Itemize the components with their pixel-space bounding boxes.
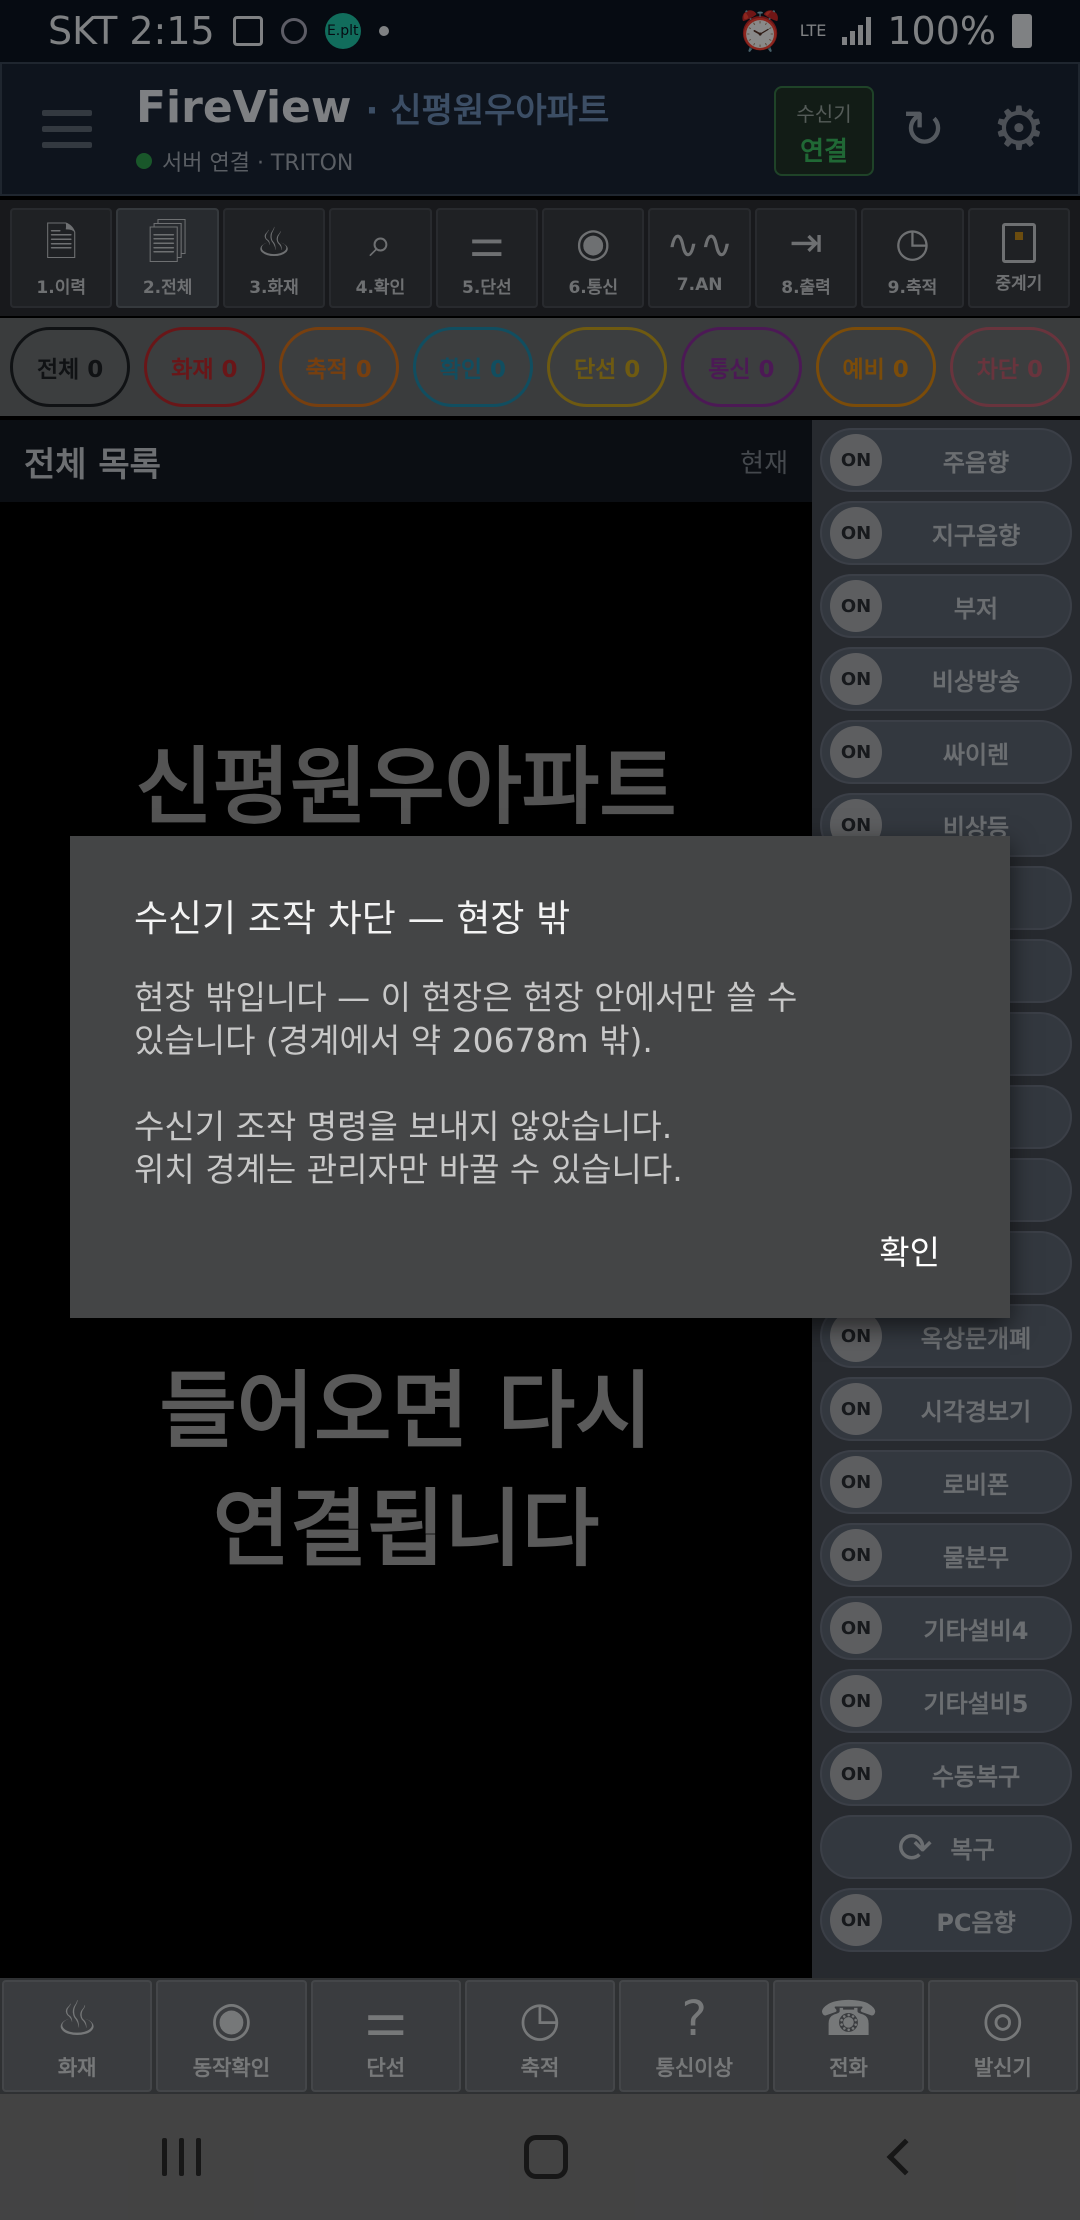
dialog-title: 수신기 조작 차단 — 현장 밖 [134,897,571,940]
dialog-ok-button[interactable]: 확인 [879,1226,940,1274]
dialog-line: 있습니다 (경계에서 약 20678m 밖). [134,1021,653,1060]
dialog-body: 현장 밖입니다 — 이 현장은 현장 안에서만 쓸 수있습니다 (경계에서 약 … [134,976,946,1191]
dialog-line: 현장 밖입니다 — 이 현장은 현장 안에서만 쓸 수 [134,978,798,1017]
dialog-line: 위치 경계는 관리자만 바꿀 수 있습니다. [134,1150,683,1189]
alert-dialog: 수신기 조작 차단 — 현장 밖 현장 밖입니다 — 이 현장은 현장 안에서만… [70,836,1010,1318]
dialog-line: 수신기 조작 명령을 보내지 않았습니다. [134,1107,673,1146]
